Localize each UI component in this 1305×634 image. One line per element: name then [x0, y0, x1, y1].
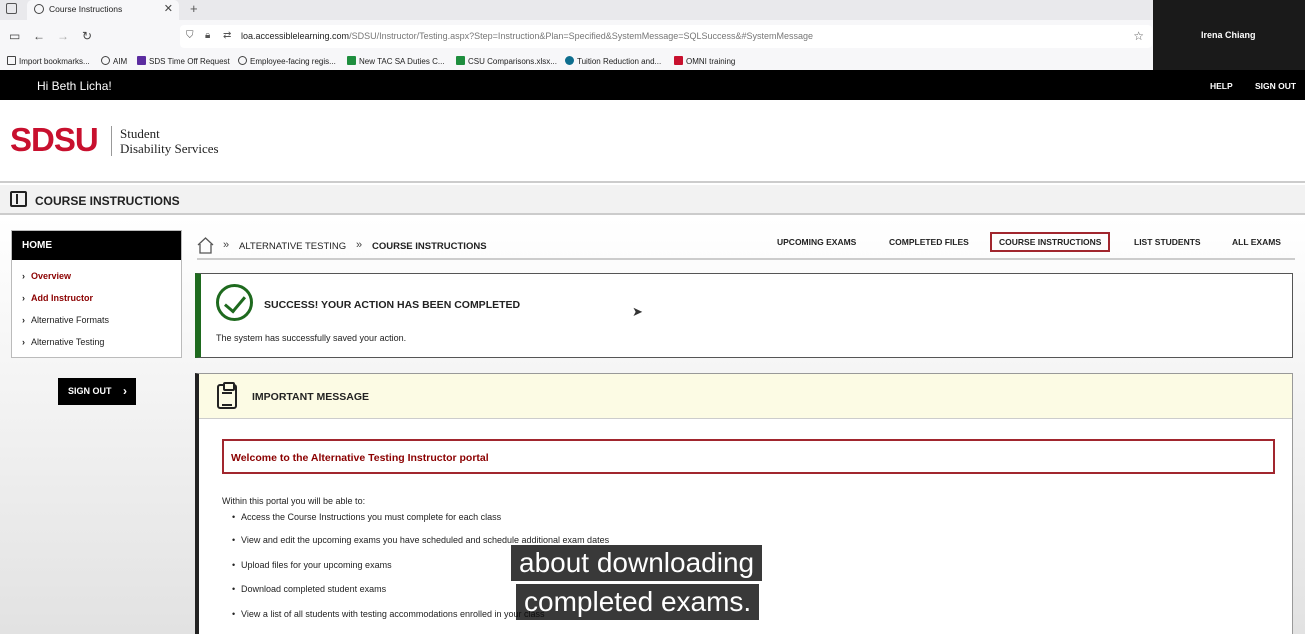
chevron-right-icon: ›	[22, 337, 25, 347]
bookmark-item[interactable]: AIM	[101, 56, 127, 66]
window-menu-icon[interactable]	[6, 3, 17, 14]
chevron-right-icon: ›	[22, 293, 25, 303]
success-alert: SUCCESS! YOUR ACTION HAS BEEN COMPLETED …	[195, 273, 1293, 358]
list-item: View a list of all students with testing…	[232, 609, 544, 619]
greeting: Hi Beth Licha!	[37, 79, 112, 93]
logo-subtitle: Student Disability Services	[120, 126, 219, 156]
participant-name: Irena Chiang	[1201, 30, 1256, 40]
page-title: COURSE INSTRUCTIONS	[35, 194, 180, 208]
bookmark-item[interactable]: New TAC SA Duties C...	[347, 56, 445, 66]
bookmark-star-icon[interactable]: ☆	[1133, 29, 1144, 43]
site-header: SDSU Student Disability Services	[0, 100, 1305, 183]
sidebar-item-overview[interactable]: › Overview	[22, 271, 71, 281]
reload-icon[interactable]: ↻	[82, 29, 92, 43]
message-header: IMPORTANT MESSAGE	[199, 374, 1292, 419]
sidebar-home[interactable]: HOME	[12, 231, 181, 260]
bookmark-item[interactable]: Tuition Reduction and...	[565, 56, 661, 66]
breadcrumb-separator: »	[356, 239, 363, 251]
sidebar-item-alternative-testing[interactable]: › Alternative Testing	[22, 337, 104, 347]
sds-icon	[137, 56, 146, 65]
bookmark-item[interactable]: OMNI training	[674, 56, 735, 66]
success-heading: SUCCESS! YOUR ACTION HAS BEEN COMPLETED	[264, 299, 521, 311]
forward-icon[interactable]: →	[57, 29, 69, 43]
sharepoint-icon	[565, 56, 574, 65]
permissions-icon[interactable]: ⇄	[223, 30, 231, 41]
bookmark-item[interactable]: SDS Time Off Request	[137, 56, 230, 66]
import-icon	[7, 56, 16, 65]
globe-icon	[34, 4, 44, 14]
browser-tabbar: Course Instructions ✕ +	[0, 0, 1305, 20]
caption-line-2: completed exams.	[516, 584, 760, 620]
sidebar-toggle-icon[interactable]: ▭	[9, 29, 20, 43]
chevron-right-icon: ›	[22, 271, 25, 281]
tab-completed-files[interactable]: COMPLETED FILES	[889, 237, 969, 247]
list-item: Upload files for your upcoming exams	[232, 560, 392, 570]
mouse-cursor-icon: ➤	[632, 304, 643, 319]
list-item: Download completed student exams	[232, 584, 386, 594]
new-tab-icon[interactable]: +	[190, 1, 198, 16]
breadcrumb: » ALTERNATIVE TESTING » COURSE INSTRUCTI…	[197, 232, 1295, 260]
page-title-bar: COURSE INSTRUCTIONS	[0, 185, 1305, 215]
tab-list-students[interactable]: LIST STUDENTS	[1134, 237, 1201, 247]
shield-icon[interactable]: ⛉	[186, 30, 194, 41]
tab-course-instructions[interactable]: COURSE INSTRUCTIONS	[990, 232, 1111, 252]
list-item: View and edit the upcoming exams you hav…	[232, 535, 609, 545]
globe-icon	[238, 56, 247, 65]
close-tab-icon[interactable]: ✕	[164, 2, 173, 15]
webcam-overlay: Irena Chiang	[1153, 0, 1305, 78]
sidebar-item-add-instructor[interactable]: › Add Instructor	[22, 293, 93, 303]
check-circle-icon	[216, 284, 253, 321]
success-text: The system has successfully saved your a…	[216, 333, 407, 343]
home-icon[interactable]	[197, 237, 214, 254]
tab-upcoming-exams[interactable]: UPCOMING EXAMS	[777, 237, 856, 247]
clipboard-icon	[217, 382, 237, 409]
address-bar: ▭ ← → ↻ ⛉ 🔒︎ ⇄ loa.accessiblelearning.co…	[0, 20, 1305, 52]
bookmarks-bar: Import bookmarks... AIM SDS Time Off Req…	[0, 52, 1305, 70]
site-topbar: Hi Beth Licha! HELP SIGN OUT	[0, 70, 1305, 100]
caption-line-1: about downloading	[511, 545, 763, 581]
portal-intro: Within this portal you will be able to:	[222, 496, 366, 506]
breadcrumb-separator: »	[223, 239, 230, 251]
tab-all-exams[interactable]: ALL EXAMS	[1232, 237, 1281, 247]
sdsu-logo[interactable]: SDSU	[10, 121, 99, 159]
sidebar: HOME › Overview › Add Instructor › Alternat…	[11, 230, 182, 358]
top-signout-link[interactable]: SIGN OUT	[1255, 81, 1296, 91]
sheets-icon	[456, 56, 465, 65]
sidebar-item-alternative-formats[interactable]: › Alternative Formats	[22, 315, 109, 325]
chevron-right-icon: ›	[22, 315, 25, 325]
tab-title: Course Instructions	[49, 4, 123, 14]
message-title: IMPORTANT MESSAGE	[252, 391, 370, 403]
sidebar-signout-button[interactable]: SIGN OUT ›	[58, 378, 136, 405]
sd-icon	[674, 56, 683, 65]
bookmark-item[interactable]: Employee-facing regis...	[238, 56, 336, 66]
sheets-icon	[347, 56, 356, 65]
welcome-banner: Welcome to the Alternative Testing Instr…	[222, 439, 1275, 474]
breadcrumb-current: COURSE INSTRUCTIONS	[372, 241, 487, 252]
breadcrumb-alternative-testing[interactable]: ALTERNATIVE TESTING	[239, 241, 346, 252]
bookmark-item[interactable]: Import bookmarks...	[7, 56, 90, 66]
url-text: loa.accessiblelearning.com/SDSU/Instruct…	[241, 31, 814, 41]
help-link[interactable]: HELP	[1210, 81, 1233, 91]
lock-icon[interactable]: 🔒︎	[205, 30, 210, 41]
list-item: Access the Course Instructions you must …	[232, 512, 501, 522]
globe-icon	[101, 56, 110, 65]
collapse-panel-icon[interactable]	[10, 191, 27, 207]
back-icon[interactable]: ←	[33, 29, 45, 43]
logo-divider	[111, 126, 112, 156]
bookmark-item[interactable]: CSU Comparisons.xlsx...	[456, 56, 557, 66]
browser-tab[interactable]: Course Instructions ✕	[27, 0, 179, 20]
chevron-right-icon: ›	[123, 384, 127, 398]
url-input[interactable]: ⛉ 🔒︎ ⇄ loa.accessiblelearning.com/SDSU/I…	[180, 25, 1152, 48]
